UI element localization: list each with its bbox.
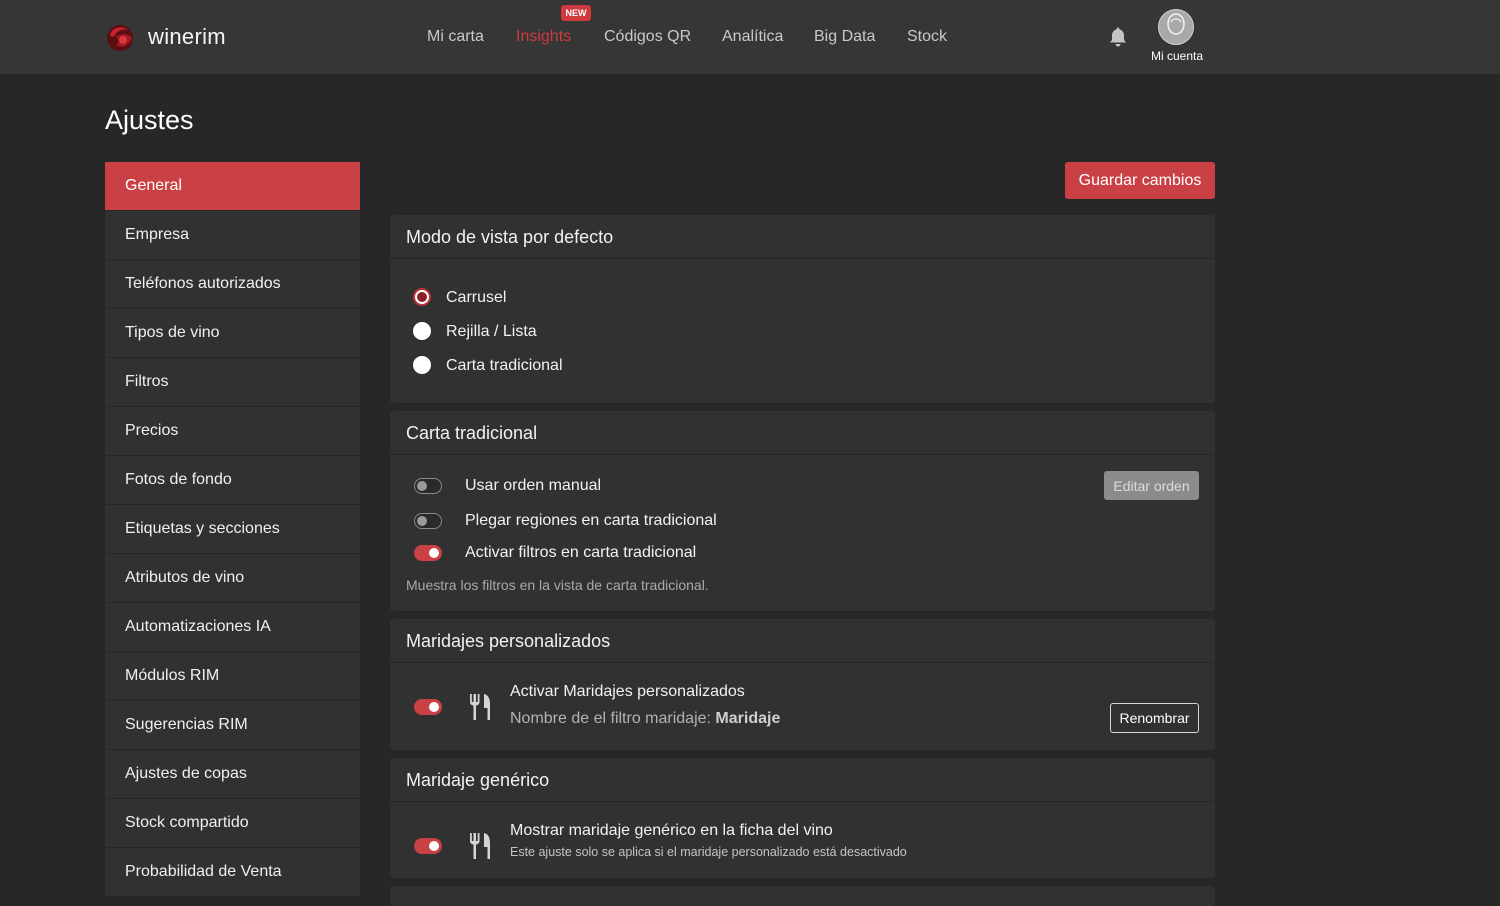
radio-carta-tradicional[interactable] bbox=[413, 356, 431, 374]
view-mode-title: Modo de vista por defecto bbox=[390, 215, 1215, 259]
sidebar-item-modulos-rim[interactable]: Módulos RIM bbox=[105, 652, 360, 700]
nav-codigos-qr[interactable]: Códigos QR bbox=[604, 28, 691, 46]
top-navigation-bar: winerim Mi carta Insights Códigos QR Ana… bbox=[0, 0, 1500, 74]
nav-insights[interactable]: Insights bbox=[516, 28, 571, 46]
bell-icon[interactable] bbox=[1108, 26, 1128, 48]
sidebar-item-empresa[interactable]: Empresa bbox=[105, 211, 360, 259]
manual-order-label: Usar orden manual bbox=[465, 477, 602, 494]
page-title: Ajustes bbox=[105, 105, 194, 135]
sidebar-item-atributos[interactable]: Atributos de vino bbox=[105, 554, 360, 602]
generic-pairing-help: Este ajuste solo se aplica si el maridaj… bbox=[510, 845, 907, 859]
sidebar-item-tipos-de-vino[interactable]: Tipos de vino bbox=[105, 309, 360, 357]
nav-analitica[interactable]: Analítica bbox=[722, 28, 783, 46]
settings-sidebar: General Empresa Teléfonos autorizados Ti… bbox=[105, 162, 360, 897]
radio-label: Rejilla / Lista bbox=[446, 323, 537, 340]
sidebar-item-fotos-de-fondo[interactable]: Fotos de fondo bbox=[105, 456, 360, 504]
filter-name-prefix: Nombre de el filtro maridaje: bbox=[510, 710, 711, 727]
filters-label: Activar filtros en carta tradicional bbox=[465, 544, 697, 561]
sidebar-item-precios[interactable]: Precios bbox=[105, 407, 360, 455]
sidebar-item-filtros[interactable]: Filtros bbox=[105, 358, 360, 406]
nav-mi-carta[interactable]: Mi carta bbox=[427, 28, 484, 46]
custom-pairings-title: Maridajes personalizados bbox=[390, 619, 1215, 663]
generic-pairing-toggle[interactable] bbox=[414, 838, 442, 854]
cutlery-icon bbox=[470, 694, 490, 720]
generic-pairing-label: Mostrar maridaje genérico en la ficha de… bbox=[510, 822, 833, 839]
cutlery-icon bbox=[470, 833, 490, 859]
sidebar-item-sugerencias-rim[interactable]: Sugerencias RIM bbox=[105, 701, 360, 749]
nav-big-data[interactable]: Big Data bbox=[814, 28, 875, 46]
avatar[interactable] bbox=[1158, 9, 1194, 45]
sidebar-item-general[interactable]: General bbox=[105, 162, 360, 210]
save-button[interactable]: Guardar cambios bbox=[1065, 162, 1215, 199]
radio-label: Carrusel bbox=[446, 289, 507, 306]
sidebar-item-probabilidad-venta[interactable]: Probabilidad de Venta bbox=[105, 848, 360, 896]
rename-button[interactable]: Renombrar bbox=[1110, 703, 1199, 733]
sidebar-item-ajustes-copas[interactable]: Ajustes de copas bbox=[105, 750, 360, 798]
generic-pairing-card: Maridaje genérico Mostrar maridaje genér… bbox=[390, 758, 1215, 878]
sidebar-item-automatizaciones[interactable]: Automatizaciones IA bbox=[105, 603, 360, 651]
sidebar-item-stock-compartido[interactable]: Stock compartido bbox=[105, 799, 360, 847]
filters-help-text: Muestra los filtros en la vista de carta… bbox=[406, 577, 709, 593]
custom-pairings-card: Maridajes personalizados Activar Maridaj… bbox=[390, 619, 1215, 750]
avatar-glass-icon bbox=[1167, 13, 1185, 35]
view-mode-card: Modo de vista por defecto Carrusel Rejil… bbox=[390, 215, 1215, 403]
nav-stock[interactable]: Stock bbox=[907, 28, 947, 46]
custom-pairings-label: Activar Maridajes personalizados bbox=[510, 683, 745, 700]
radio-label: Carta tradicional bbox=[446, 357, 563, 374]
account-label[interactable]: Mi cuenta bbox=[1138, 49, 1216, 63]
sidebar-item-telefonos[interactable]: Teléfonos autorizados bbox=[105, 260, 360, 308]
radio-rejilla[interactable] bbox=[413, 322, 431, 340]
brand-name[interactable]: winerim bbox=[148, 24, 226, 50]
fold-regions-label: Plegar regiones en carta tradicional bbox=[465, 512, 717, 529]
winerim-logo-icon[interactable] bbox=[104, 21, 136, 53]
custom-pairings-toggle[interactable] bbox=[414, 699, 442, 715]
radio-carrusel[interactable] bbox=[413, 288, 431, 306]
traditional-card: Carta tradicional Usar orden manual Edit… bbox=[390, 411, 1215, 611]
traditional-title: Carta tradicional bbox=[390, 411, 1215, 455]
fold-regions-toggle[interactable] bbox=[414, 513, 442, 529]
filter-name-text: Nombre de el filtro maridaje: Maridaje bbox=[510, 710, 780, 728]
next-settings-card bbox=[390, 886, 1215, 906]
new-badge: NEW bbox=[561, 5, 591, 21]
edit-order-button[interactable]: Editar orden bbox=[1104, 471, 1199, 500]
filters-toggle[interactable] bbox=[414, 545, 442, 561]
filter-name-value: Maridaje bbox=[715, 710, 781, 727]
sidebar-item-etiquetas[interactable]: Etiquetas y secciones bbox=[105, 505, 360, 553]
manual-order-toggle[interactable] bbox=[414, 478, 442, 494]
generic-pairing-title: Maridaje genérico bbox=[390, 758, 1215, 802]
